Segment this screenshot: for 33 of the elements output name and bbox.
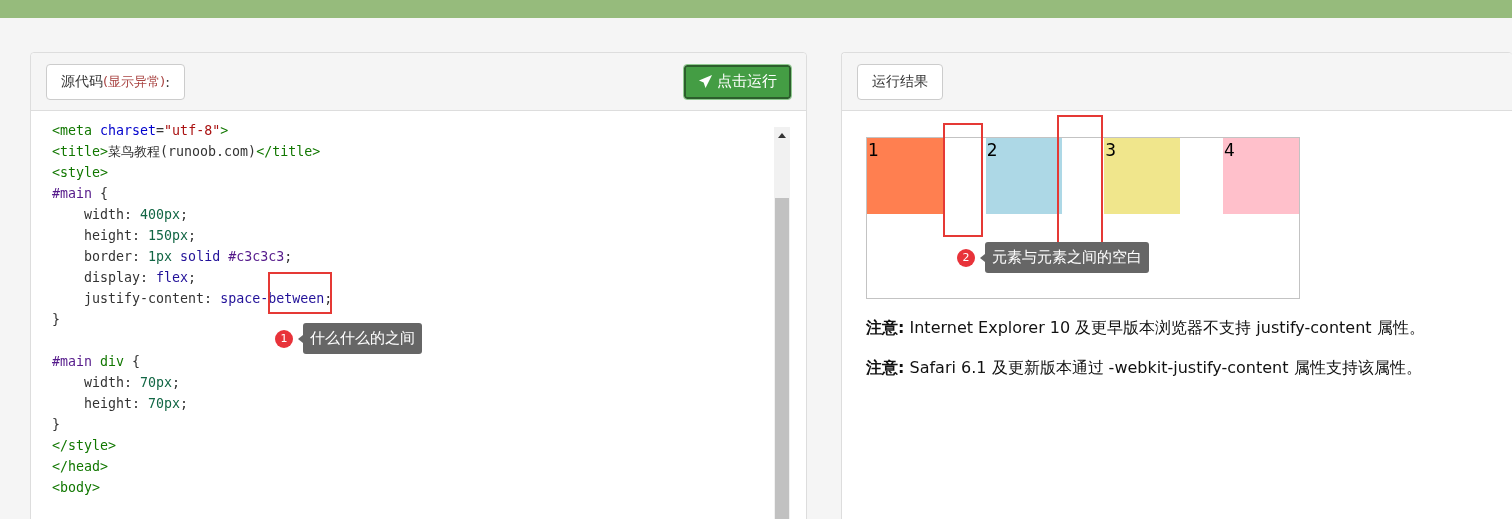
source-code-label: 源代码(显示异常): xyxy=(46,63,185,100)
scrollbar[interactable] xyxy=(774,127,790,519)
code-line: display: flex; xyxy=(83,269,197,287)
code-line: height: 150px; xyxy=(83,227,197,245)
code-line: <title>菜鸟教程(runoob.com)</title> xyxy=(52,143,321,161)
number-badge: 1 xyxy=(275,329,293,348)
flex-item: 1 xyxy=(867,138,943,214)
annotation-tooltip: 什么什么的之间 xyxy=(303,323,422,354)
code-line: #main { xyxy=(52,185,109,203)
code-line: <meta charset="utf-8"> xyxy=(52,122,229,140)
code-line: } xyxy=(52,416,60,434)
flex-item: 3 xyxy=(1104,138,1181,214)
scroll-up-icon[interactable] xyxy=(778,133,786,138)
result-label: 运行结果 xyxy=(857,63,943,100)
code-line: <body> xyxy=(52,479,101,497)
flex-item: 4 xyxy=(1222,138,1299,214)
send-icon xyxy=(698,74,713,89)
number-badge: 2 xyxy=(957,248,975,267)
code-line: border: 1px solid #c3c3c3; xyxy=(83,248,293,266)
note-text: 注意: Internet Explorer 10 及更早版本浏览器不支持 justify-content 属性。 xyxy=(866,317,1426,339)
run-button[interactable]: 点击运行 xyxy=(684,64,791,99)
code-line: #main div { xyxy=(52,353,141,371)
note-text: 注意: Safari 6.1 及更新版本通过 -webkit-justify-content 属性支持该属性。 xyxy=(866,357,1423,379)
scroll-thumb[interactable] xyxy=(775,198,789,519)
code-line: </head> xyxy=(52,458,109,476)
code-line: <style> xyxy=(52,164,109,182)
code-line: } xyxy=(52,311,60,329)
code-line: width: 400px; xyxy=(83,206,189,224)
annotation-tooltip: 元素与元素之间的空白 xyxy=(985,242,1149,273)
flex-item: 2 xyxy=(985,138,1062,214)
code-line: width: 70px; xyxy=(83,374,181,392)
code-line: </style> xyxy=(52,437,117,455)
code-line: height: 70px; xyxy=(83,395,189,413)
